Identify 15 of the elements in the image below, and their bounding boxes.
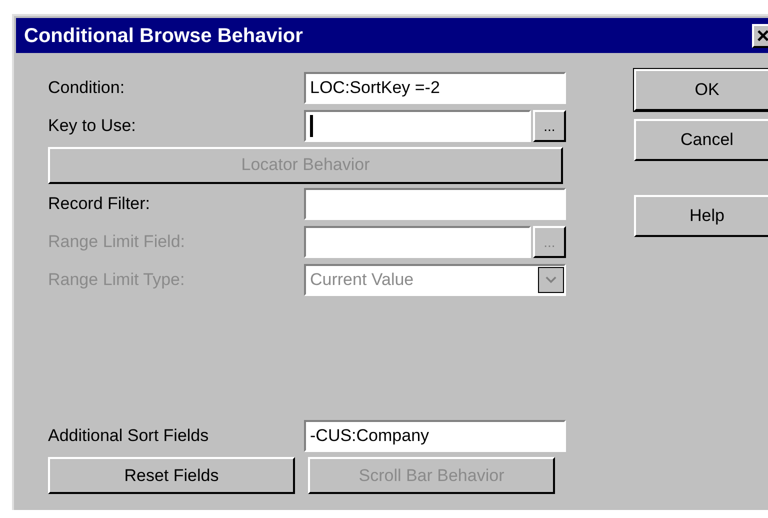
dialog-button[interactable]: OK: [634, 69, 768, 111]
window-title: Conditional Browse Behavior: [24, 24, 303, 48]
text-caret: [310, 115, 313, 137]
field-label: Additional Sort Fields: [48, 425, 210, 448]
field-label: Record Filter:: [48, 193, 152, 216]
field-label: Condition:: [48, 77, 126, 100]
field-label: Key to Use:: [48, 115, 137, 138]
input-field[interactable]: [304, 110, 531, 142]
browse-button[interactable]: ...: [533, 110, 566, 142]
input-field[interactable]: LOC:SortKey =-2: [304, 72, 566, 104]
dialog-button[interactable]: Cancel: [634, 119, 768, 161]
input-field[interactable]: -CUS:Company: [304, 420, 566, 452]
dialog-button[interactable]: Help: [634, 195, 768, 237]
input-field[interactable]: [304, 188, 566, 220]
action-button[interactable]: Reset Fields: [48, 457, 295, 494]
